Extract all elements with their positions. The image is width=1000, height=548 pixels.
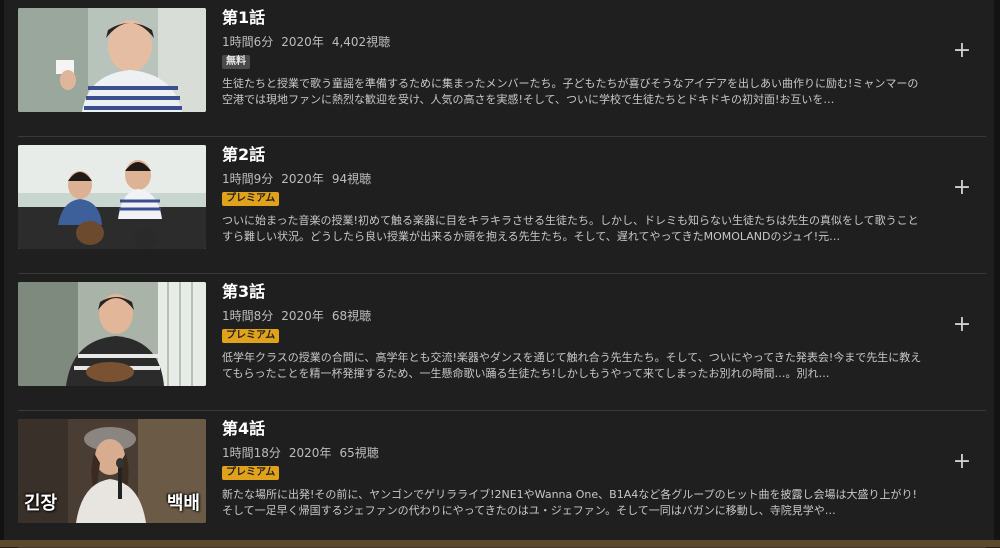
plus-icon[interactable]: + bbox=[952, 314, 972, 336]
episode-meta: 1時間18分 2020年 65視聴 bbox=[222, 446, 922, 460]
episode-meta: 1時間8分 2020年 68視聴 bbox=[222, 309, 922, 323]
episode-info: 第2話 1時間9分 2020年 94視聴 プレミアム ついに始まった音楽の授業!初め… bbox=[222, 145, 922, 245]
thumbnail-image-1 bbox=[18, 8, 206, 112]
episode-description: 新たな場所に出発!その前に、ヤンゴンでゲリラライブ!2NE1やWanna One… bbox=[222, 488, 917, 517]
premium-badge: プレミアム bbox=[222, 466, 280, 480]
free-badge: 無料 bbox=[222, 55, 250, 69]
episode-year: 2020年 bbox=[281, 35, 324, 49]
episode-views: 4,402視聴 bbox=[331, 35, 391, 49]
episode-description: 生徒たちと授業で歌う童謡を準備するために集まったメンバーたち。子どもたちが喜びそ… bbox=[222, 77, 919, 106]
episode-year: 2020年 bbox=[281, 172, 324, 186]
premium-badge: プレミアム bbox=[222, 192, 280, 206]
episode-title[interactable]: 第2話 bbox=[222, 145, 922, 165]
episode-title[interactable]: 第4話 bbox=[222, 419, 922, 439]
episode-info: 第1話 1時間6分 2020年 4,402視聴 無料 生徒たちと授業で歌う童謡を準備… bbox=[222, 8, 922, 108]
thumbnail-caption-left: 긴장 bbox=[24, 493, 58, 514]
plus-icon[interactable]: + bbox=[952, 451, 972, 473]
episode-year: 2020年 bbox=[281, 309, 324, 323]
episode-row[interactable]: 第3話 1時間8分 2020年 68視聴 プレミアム 低学年クラスの授業の合間に、高… bbox=[18, 274, 986, 411]
episode-title[interactable]: 第3話 bbox=[222, 282, 922, 302]
plus-icon[interactable]: + bbox=[952, 40, 972, 62]
episode-row[interactable]: 第2話 1時間9分 2020年 94視聴 プレミアム ついに始まった音楽の授業!初め… bbox=[18, 137, 986, 274]
episode-thumbnail[interactable] bbox=[18, 282, 206, 386]
bottom-bar bbox=[0, 540, 1000, 547]
episode-year: 2020年 bbox=[288, 446, 332, 460]
plus-icon[interactable]: + bbox=[952, 177, 972, 199]
episode-duration: 1時間6分 bbox=[222, 35, 274, 49]
premium-badge: プレミアム bbox=[222, 329, 280, 343]
episode-info: 第3話 1時間8分 2020年 68視聴 プレミアム 低学年クラスの授業の合間に、高… bbox=[222, 282, 922, 382]
episode-meta: 1時間6分 2020年 4,402視聴 bbox=[222, 35, 922, 49]
thumbnail-image-3 bbox=[18, 282, 206, 386]
episode-duration: 1時間9分 bbox=[222, 172, 274, 186]
episode-views: 65視聴 bbox=[339, 446, 379, 460]
episode-duration: 1時間18分 bbox=[222, 446, 281, 460]
episode-views: 94視聴 bbox=[331, 172, 372, 186]
right-edge-scrollbar bbox=[994, 0, 1000, 547]
episode-thumbnail[interactable]: 긴장 백배 bbox=[18, 419, 206, 523]
episode-row[interactable]: 第1話 1時間6分 2020年 4,402視聴 無料 生徒たちと授業で歌う童謡を準備… bbox=[18, 0, 986, 137]
episode-description: ついに始まった音楽の授業!初めて触る楽器に目をキラキラさせる生徒たち。しかし、ド… bbox=[222, 214, 919, 243]
episode-duration: 1時間8分 bbox=[222, 309, 274, 323]
thumbnail-image-2 bbox=[18, 145, 206, 249]
episode-row[interactable]: 긴장 백배 第4話 1時間18分 2020年 65視聴 プレミアム 新たな場所に出発… bbox=[18, 411, 986, 548]
episode-meta: 1時間9分 2020年 94視聴 bbox=[222, 172, 922, 186]
episode-title[interactable]: 第1話 bbox=[222, 8, 922, 28]
episode-info: 第4話 1時間18分 2020年 65視聴 プレミアム 新たな場所に出発!その前に、… bbox=[222, 419, 922, 519]
left-edge bbox=[0, 0, 4, 547]
episode-views: 68視聴 bbox=[331, 309, 372, 323]
episode-thumbnail[interactable] bbox=[18, 145, 206, 249]
episode-thumbnail[interactable] bbox=[18, 8, 206, 112]
episode-description: 低学年クラスの授業の合間に、高学年とも交流!楽器やダンスを通じて触れ合う先生たち… bbox=[222, 351, 922, 380]
thumbnail-caption-right: 백배 bbox=[166, 493, 200, 514]
